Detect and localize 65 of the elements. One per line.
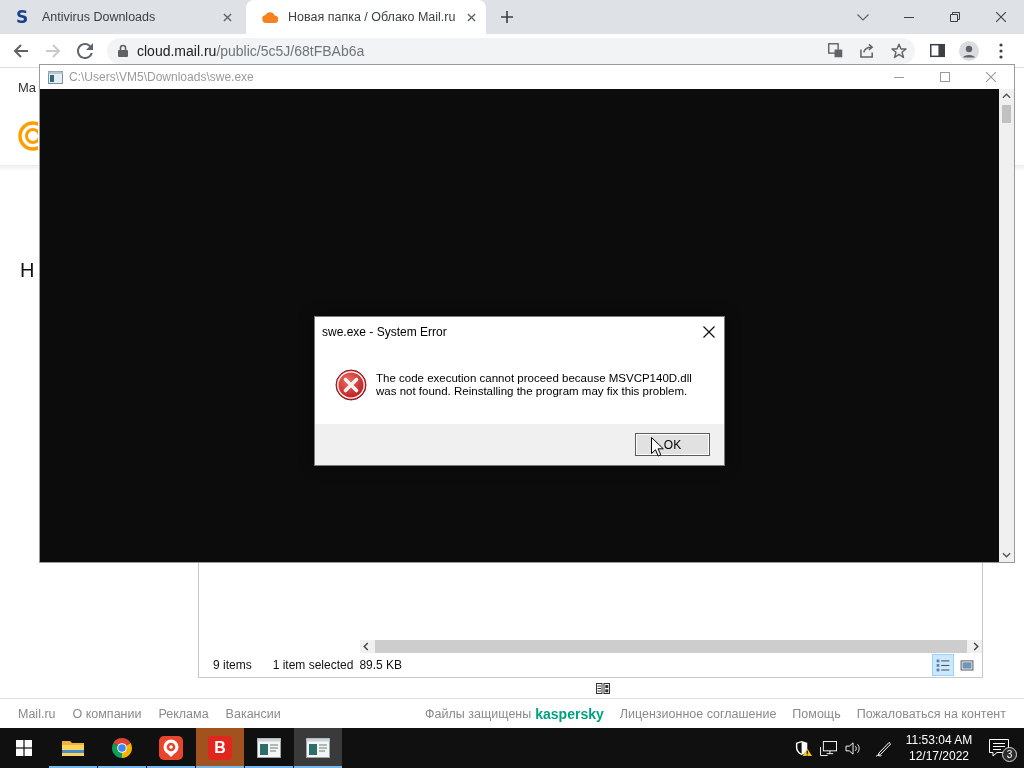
shield-warning-icon[interactable] <box>795 739 812 757</box>
browser-tab[interactable]: S Antivirus Downloads <box>0 0 242 34</box>
footer-link[interactable]: Реклама <box>158 706 209 721</box>
footer-link[interactable]: Пожаловаться на контент <box>856 706 1006 721</box>
chevron-down-icon[interactable] <box>857 13 869 21</box>
close-icon[interactable] <box>467 12 476 22</box>
back-icon[interactable] <box>13 42 29 59</box>
maximize-icon[interactable] <box>940 72 950 82</box>
page-heading: Н <box>20 258 35 282</box>
squares-icon[interactable] <box>827 43 843 58</box>
footer-link[interactable]: Лицензионное соглашение <box>619 706 777 721</box>
address-bar[interactable]: cloud.mail.ru/public/5c5J/68tFBAb6a <box>107 37 915 64</box>
footer-link[interactable]: Помощь <box>792 706 841 721</box>
vertical-scrollbar[interactable] <box>999 89 1014 562</box>
restore-icon[interactable] <box>950 12 960 22</box>
favicon-letter: S <box>16 8 30 26</box>
taskbar-button[interactable]: B <box>196 728 244 768</box>
brand-logo-text[interactable]: kaspersky <box>535 705 604 722</box>
footer-link[interactable]: Вакансии <box>225 706 281 721</box>
browser-icon <box>110 736 134 760</box>
share-icon[interactable] <box>859 43 875 58</box>
footer-link[interactable]: Mail.ru <box>18 706 56 721</box>
window-title: C:\Users\VM5\Downloads\swe.exe <box>69 70 254 84</box>
close-icon[interactable] <box>996 12 1006 22</box>
folder-icon <box>61 738 85 758</box>
lock-icon <box>118 44 128 57</box>
item-count: 9 items <box>213 658 252 672</box>
star-icon[interactable] <box>891 42 907 59</box>
close-icon[interactable] <box>703 325 715 338</box>
menu-icon[interactable] <box>999 42 1003 59</box>
clock-date[interactable]: 12/17/2022 <box>908 748 970 764</box>
details-view-icon[interactable] <box>932 654 954 676</box>
pen-icon[interactable] <box>875 739 893 757</box>
browser-tab[interactable]: Новая папка / Облако Mail.ru <box>246 0 486 34</box>
network-icon[interactable] <box>820 740 837 756</box>
map-pin-app-icon <box>159 736 183 760</box>
error-message: The code execution cannot proceed because MSVCP140D.dll was not found. Reinstalling the program may fix this problem. <box>376 372 693 398</box>
clock-time[interactable]: 11:53:04 AM <box>905 732 973 748</box>
error-icon <box>335 369 367 401</box>
window-app-icon <box>306 738 330 758</box>
cloud-icon <box>262 11 278 23</box>
window-app-icon <box>257 738 281 758</box>
minimize-icon[interactable] <box>904 16 914 18</box>
scrollbar-thumb[interactable] <box>1002 105 1011 123</box>
avatar-icon[interactable] <box>959 40 979 61</box>
footer-link[interactable]: О компании <box>72 706 142 721</box>
grid-icon[interactable] <box>596 682 610 694</box>
reload-icon[interactable] <box>77 42 93 59</box>
dialog-title: swe.exe - System Error <box>322 324 447 339</box>
volume-icon[interactable] <box>845 740 862 756</box>
app-letter-tile: B <box>208 736 232 760</box>
protection-label: Файлы защищены <box>425 706 532 721</box>
selection-size: 89.5 KB <box>359 658 403 672</box>
mouse-pointer-icon <box>651 437 664 457</box>
new-tab-icon[interactable] <box>501 11 513 23</box>
console-window-icon <box>48 70 63 84</box>
selection-count: 1 item selected <box>272 658 354 672</box>
start-icon[interactable] <box>16 740 32 756</box>
site-header-text[interactable]: Ma <box>18 79 37 95</box>
address-text[interactable]: cloud.mail.ru/public/5c5J/68tFBAb6a <box>137 42 365 59</box>
taskbar-button[interactable] <box>294 728 342 768</box>
side-panel-icon[interactable] <box>929 43 945 58</box>
ok-button[interactable]: OK <box>635 433 710 456</box>
notification-count: 3 <box>1002 747 1017 762</box>
notification-icon[interactable] <box>989 739 1009 757</box>
